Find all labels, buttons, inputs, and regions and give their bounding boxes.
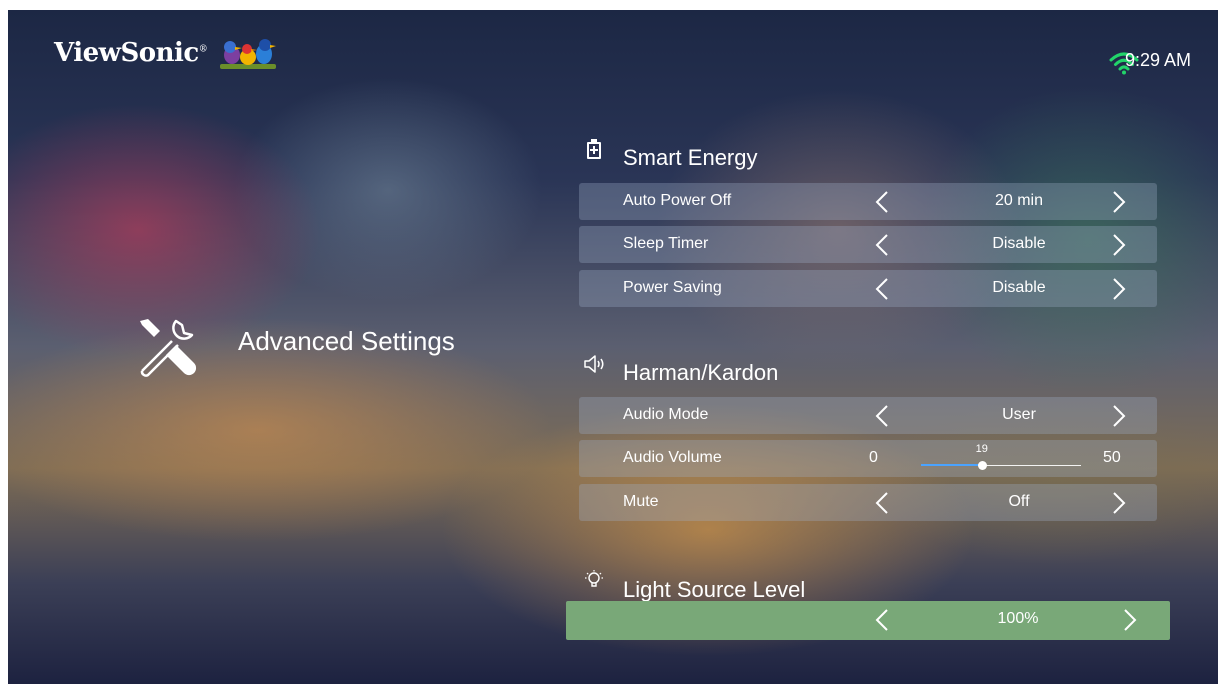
audio-mode-row[interactable]: Audio Mode User [579,397,1157,434]
light-source-level-row[interactable]: 100% [566,601,1170,640]
chevron-right-icon[interactable] [1112,233,1126,257]
row-label: Power Saving [623,279,722,296]
page-title: Advanced Settings [238,326,455,356]
row-label: Audio Volume [623,449,722,466]
row-label: Auto Power Off [623,192,732,209]
light-bulb-icon [585,570,603,587]
chevron-left-icon[interactable] [875,190,889,214]
speaker-icon [584,355,604,373]
chevron-right-icon[interactable] [1112,190,1126,214]
chevron-left-icon[interactable] [875,404,889,428]
row-label: Mute [623,493,659,510]
row-value: Off [1008,493,1030,510]
chevron-left-icon[interactable] [875,233,889,257]
brand-registered-mark: ® [198,44,208,55]
volume-slider[interactable]: 19 [921,443,1081,470]
viewsonic-birds-icon [220,39,276,69]
chevron-right-icon[interactable] [1112,277,1126,301]
chevron-left-icon[interactable] [875,491,889,515]
row-value: Disable [992,235,1046,252]
sleep-timer-row[interactable]: Sleep Timer Disable [579,226,1157,263]
row-value: User [1002,406,1036,423]
slider-min: 0 [869,449,878,466]
row-value: Disable [992,279,1046,296]
battery-icon [587,139,601,159]
section-title-light-source-level: Light Source Level [623,577,806,602]
section-title-harman-kardon: Harman/Kardon [623,360,779,385]
row-value: 20 min [994,192,1044,209]
row-label: Audio Mode [623,406,709,423]
chevron-right-icon[interactable] [1112,491,1126,515]
projector-screen: ViewSonic® 9:29 AM Advanced Settings Sma… [8,10,1218,684]
slider-handle[interactable] [977,461,987,470]
clock: 9:29 AM [1125,50,1192,70]
section-title-smart-energy: Smart Energy [623,145,758,170]
brand-logo: ViewSonic® [54,38,208,68]
slider-max: 50 [1103,449,1121,466]
power-saving-row[interactable]: Power Saving Disable [579,270,1157,307]
row-value: 100% [997,610,1039,627]
row-label: Sleep Timer [623,235,709,252]
chevron-right-icon[interactable] [1123,608,1137,632]
slider-current-value: 19 [975,443,988,455]
brand-name: ViewSonic [54,38,199,68]
tools-icon [140,319,197,377]
chevron-left-icon[interactable] [875,608,889,632]
audio-volume-row[interactable]: Audio Volume 0 19 50 [579,440,1157,477]
chevron-right-icon[interactable] [1112,404,1126,428]
chevron-left-icon[interactable] [875,277,889,301]
slider-fill [921,464,982,466]
mute-row[interactable]: Mute Off [579,484,1157,521]
auto-power-off-row[interactable]: Auto Power Off 20 min [579,183,1157,220]
